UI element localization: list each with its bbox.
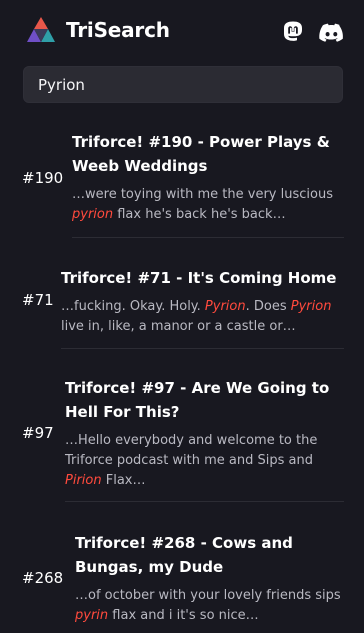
- discord-icon[interactable]: [319, 21, 344, 45]
- result-content[interactable]: Triforce! #268 - Cows and Bungas, my Dud…: [75, 531, 344, 632]
- episode-number: #268: [22, 569, 64, 587]
- app-title[interactable]: TriSearch: [66, 18, 170, 42]
- result-content[interactable]: Triforce! #71 - It's Coming Home …fuckin…: [61, 266, 344, 349]
- trisearch-logo[interactable]: [26, 16, 56, 44]
- search-highlight: pyrin: [75, 608, 109, 623]
- episode-number: #190: [22, 169, 64, 187]
- episode-number: #97: [22, 424, 54, 442]
- search-input[interactable]: Pyrion: [23, 66, 343, 103]
- result-item[interactable]: #71 Triforce! #71 - It's Coming Home …fu…: [0, 266, 364, 350]
- result-item[interactable]: #268 Triforce! #268 - Cows and Bungas, m…: [0, 531, 364, 633]
- result-item[interactable]: #190 Triforce! #190 - Power Plays & Weeb…: [0, 130, 364, 238]
- search-highlight: Pyrion: [204, 299, 246, 314]
- result-snippet: …Hello everybody and welcome to the Trif…: [65, 433, 318, 488]
- search-highlight: pyrion: [72, 207, 114, 222]
- search-value: Pyrion: [38, 75, 85, 94]
- result-snippet: …were toying with me the very luscious p…: [72, 187, 333, 222]
- search-highlight: Pirion: [65, 473, 102, 488]
- episode-number: #71: [22, 291, 54, 309]
- episode-title[interactable]: Triforce! #268 - Cows and Bungas, my Dud…: [75, 531, 344, 579]
- episode-title[interactable]: Triforce! #97 - Are We Going to Hell For…: [65, 376, 344, 424]
- result-content[interactable]: Triforce! #190 - Power Plays & Weeb Wedd…: [72, 130, 344, 238]
- result-item[interactable]: #97 Triforce! #97 - Are We Going to Hell…: [0, 376, 364, 502]
- mastodon-icon[interactable]: [281, 20, 305, 44]
- episode-title[interactable]: Triforce! #71 - It's Coming Home: [61, 266, 344, 290]
- episode-title[interactable]: Triforce! #190 - Power Plays & Weeb Wedd…: [72, 130, 344, 178]
- result-snippet: …of october with your lovely friends sip…: [75, 588, 341, 623]
- result-snippet: …fucking. Okay. Holy. Pyrion. Does Pyrio…: [61, 299, 332, 334]
- header: TriSearch: [0, 0, 364, 62]
- result-content[interactable]: Triforce! #97 - Are We Going to Hell For…: [65, 376, 344, 502]
- search-highlight: Pyrion: [290, 299, 332, 314]
